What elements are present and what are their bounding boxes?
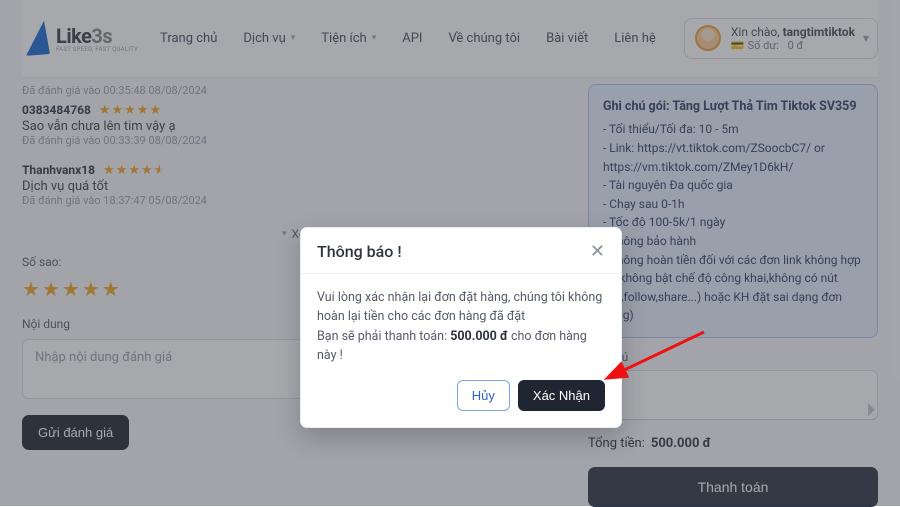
modal-text: Vui lòng xác nhận lại đơn đặt hàng, chún… (317, 288, 605, 327)
modal-title: Thông báo ! (317, 242, 402, 261)
confirm-button[interactable]: Xác Nhận (518, 380, 605, 411)
cancel-button[interactable]: Hủy (457, 380, 510, 411)
confirm-modal: Thông báo ! ✕ Vui lòng xác nhận lại đơn … (300, 227, 622, 428)
close-icon[interactable]: ✕ (590, 243, 605, 261)
modal-text: Bạn sẽ phải thanh toán: 500.000 đ cho đơ… (317, 327, 605, 366)
